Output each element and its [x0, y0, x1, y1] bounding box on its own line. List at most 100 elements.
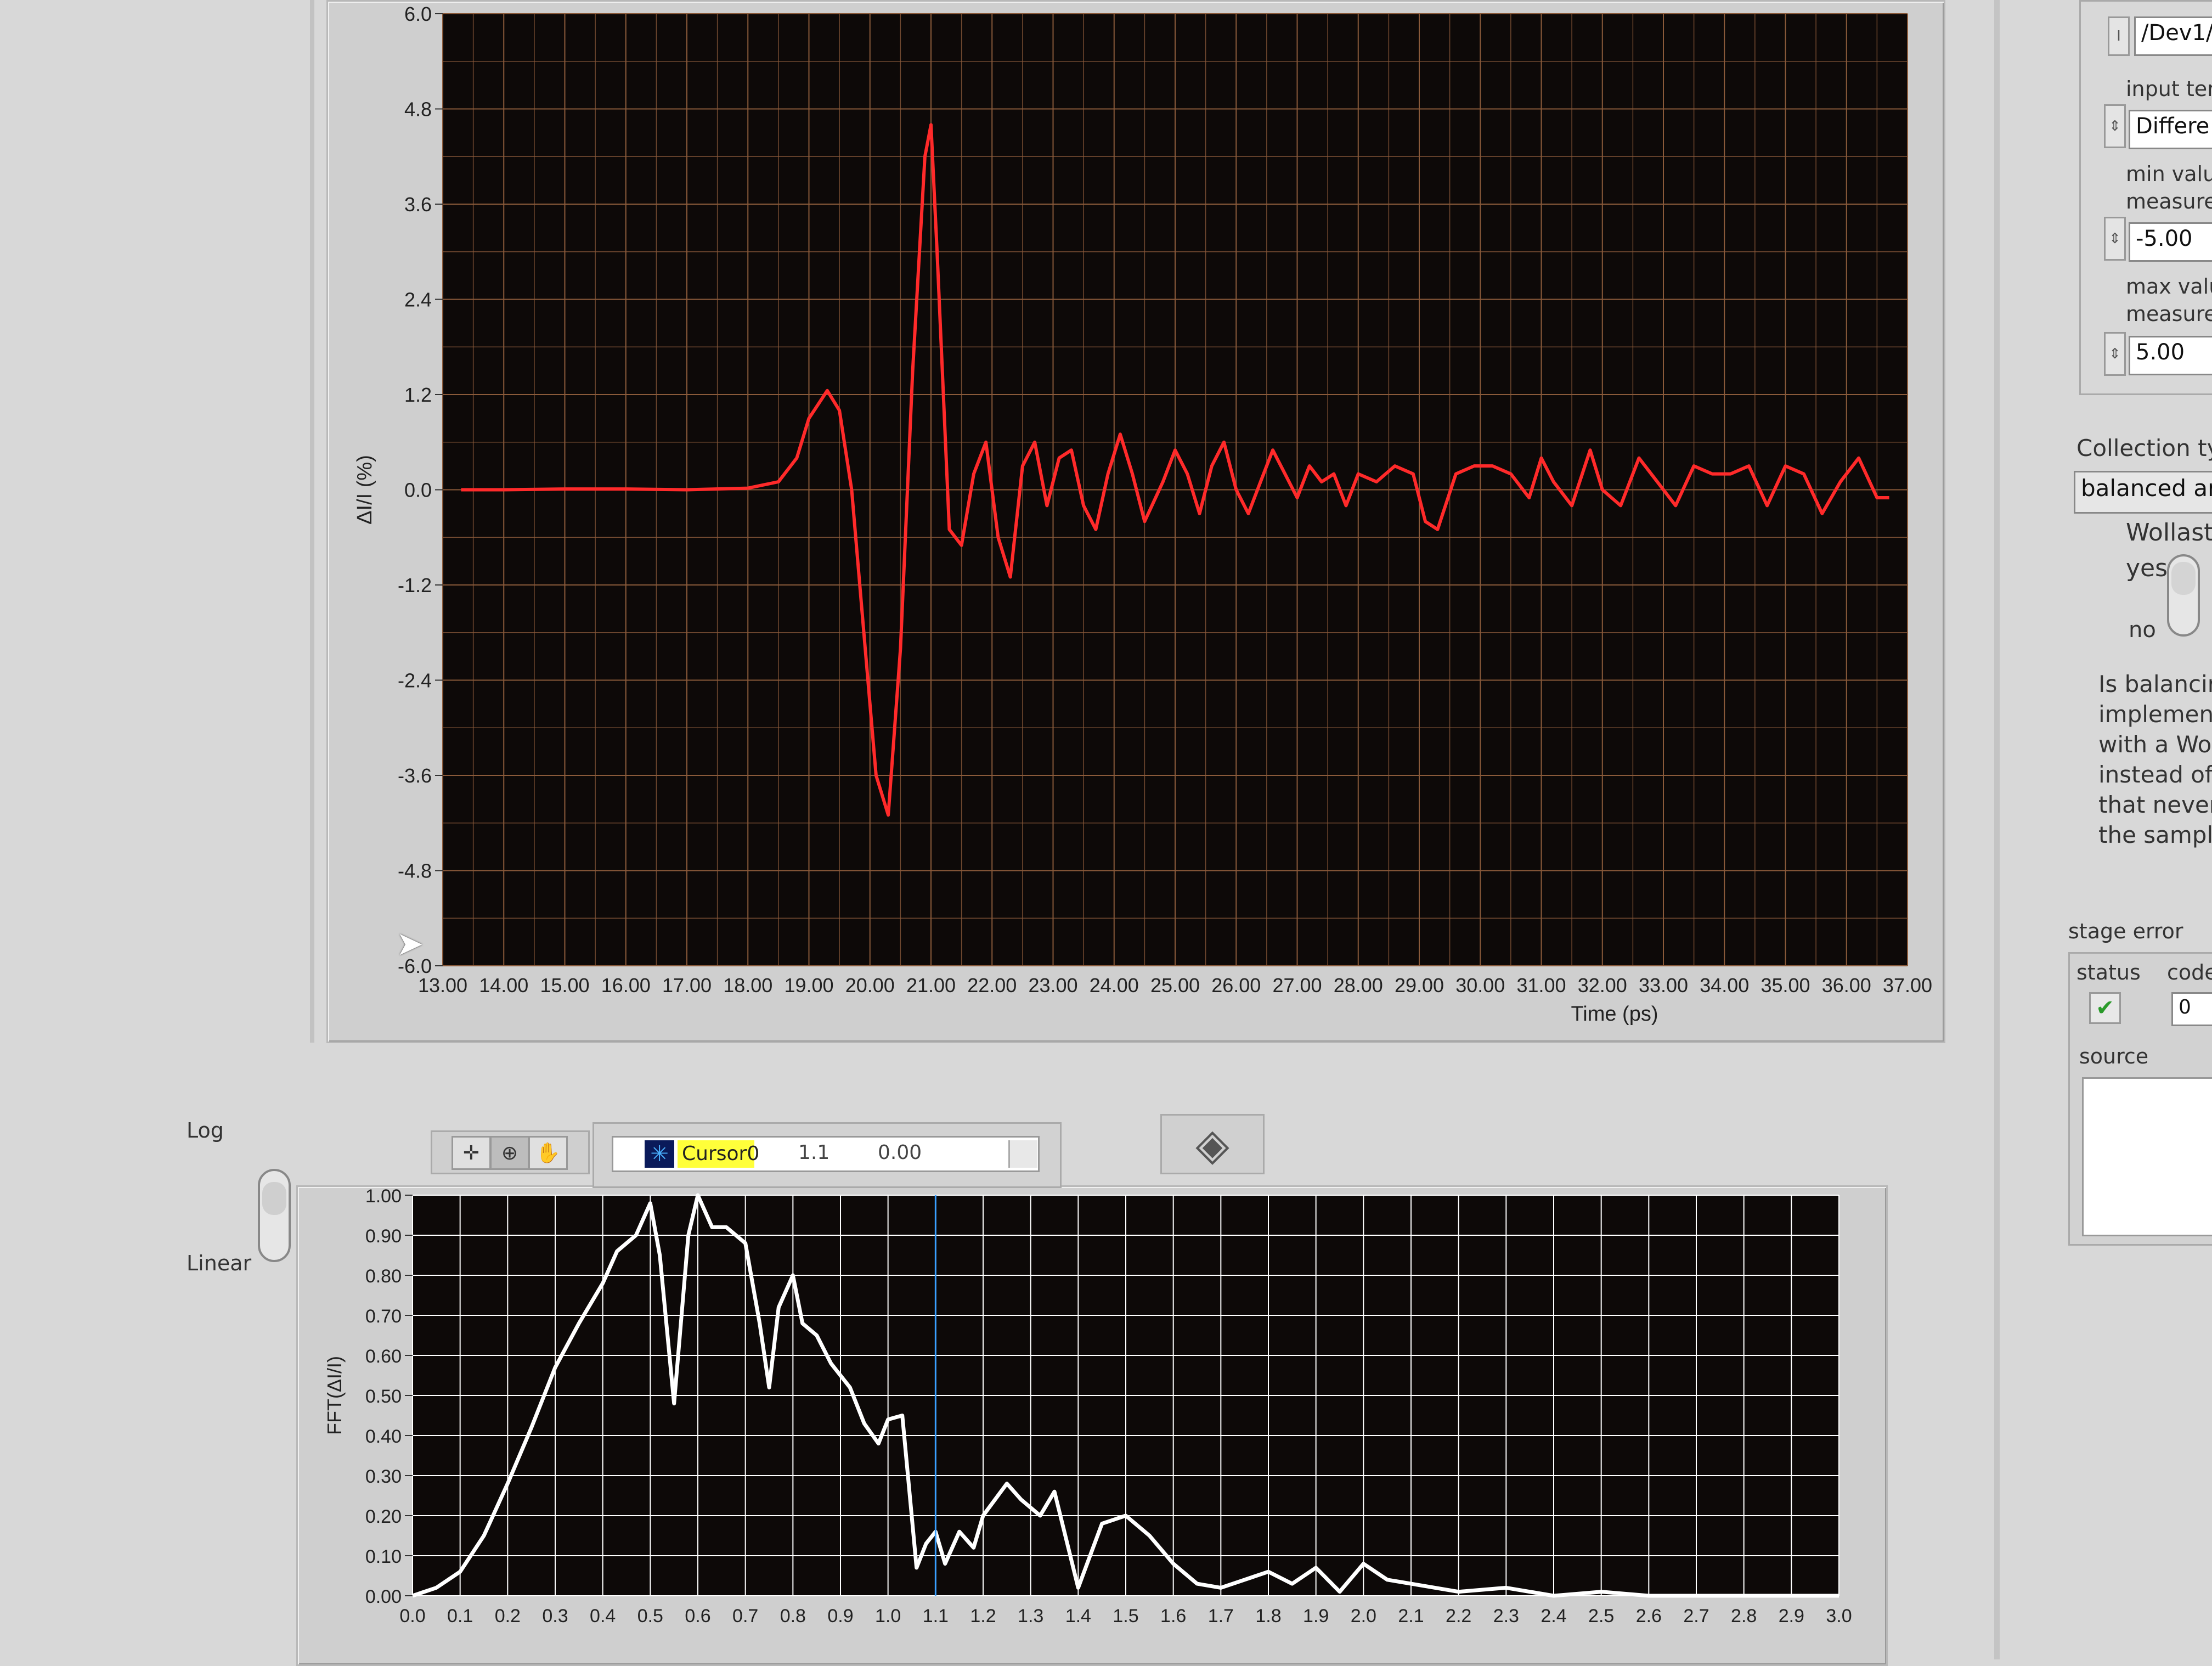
note-line-2: implement	[2098, 701, 2212, 728]
x-tick-label: 2.4	[1541, 1606, 1566, 1626]
y-tick-label: 6.0	[404, 3, 432, 25]
x-tick-label: 20.00	[845, 974, 895, 997]
pan-tool-button[interactable]: ✋	[528, 1136, 568, 1170]
min-value-label-1: min valu	[2126, 162, 2212, 186]
x-tick-label: 28.00	[1334, 974, 1383, 997]
x-tick-label: 21.00	[906, 974, 956, 997]
x-tick-label: 1.4	[1065, 1606, 1091, 1626]
min-value-field[interactable]: -5.00	[2129, 222, 2212, 262]
right-divider	[1994, 0, 2000, 1659]
code-field[interactable]: 0	[2171, 992, 2212, 1026]
x-tick-label: 15.00	[540, 974, 589, 997]
x-tick-label: 0.0	[399, 1606, 425, 1626]
max-value-label-1: max valu	[2126, 274, 2212, 299]
y-tick-label: 0.40	[365, 1426, 402, 1447]
wollaston-no-label: no	[2129, 617, 2156, 643]
log-linear-toggle[interactable]	[258, 1169, 291, 1262]
max-value-label-2: measure	[2126, 302, 2212, 326]
y-tick-label: -2.4	[398, 669, 432, 692]
device-field[interactable]: /Dev1/	[2134, 16, 2212, 56]
x-tick-label: 1.8	[1255, 1606, 1281, 1626]
wollaston-label: Wollast	[2126, 519, 2212, 547]
y-tick-label: 1.2	[404, 384, 432, 406]
time-graph[interactable]: 13.0014.0015.0016.0017.0018.0019.0020.00…	[326, 0, 1942, 1040]
x-tick-label: 36.00	[1822, 974, 1871, 997]
x-tick-label: 33.00	[1639, 974, 1688, 997]
x-tick-label: 24.00	[1090, 974, 1139, 997]
collection-type-label: Collection ty	[2076, 435, 2212, 461]
x-axis-label: Time (ps)	[1571, 1003, 1658, 1026]
x-tick-label: 2.5	[1588, 1606, 1614, 1626]
x-tick-label: 14.00	[479, 974, 528, 997]
source-field[interactable]	[2082, 1077, 2212, 1236]
left-divider	[310, 0, 314, 1043]
cursor-move-tool-button[interactable]: ✛	[452, 1136, 491, 1170]
checkmark-icon: ✔	[2096, 995, 2114, 1021]
input-term-field[interactable]: Differe	[2129, 110, 2212, 149]
note-line-4: instead of	[2098, 761, 2212, 788]
y-tick-label: 0.80	[365, 1266, 402, 1287]
cursor-style-icon[interactable]: ✳	[645, 1140, 674, 1168]
y-tick-label: 0.90	[365, 1226, 402, 1247]
crosshair-icon: ✛	[463, 1142, 479, 1164]
y-tick-label: -1.2	[398, 574, 432, 596]
y-tick-label: 0.10	[365, 1546, 402, 1567]
y-axis-label: FFT(ΔI/I)	[323, 1356, 346, 1435]
x-tick-label: 2.8	[1731, 1606, 1757, 1626]
stage-error-label: stage error	[2068, 919, 2183, 943]
note-line-5: that never	[2098, 791, 2212, 818]
x-tick-label: 1.1	[923, 1606, 949, 1626]
source-label: source	[2079, 1044, 2148, 1068]
linear-label: Linear	[187, 1251, 251, 1275]
min-value-label-2: measure	[2126, 189, 2212, 213]
cursor-movement-control[interactable]: ◈	[1160, 1114, 1265, 1174]
x-tick-label: 0.6	[685, 1606, 710, 1626]
x-tick-label: 0.4	[590, 1606, 616, 1626]
x-tick-label: 16.00	[601, 974, 651, 997]
device-browse-icon[interactable]: I	[2108, 16, 2130, 56]
x-tick-label: 1.9	[1303, 1606, 1329, 1626]
x-tick-label: 0.3	[542, 1606, 568, 1626]
min-value-spin[interactable]: ⇕	[2104, 217, 2126, 261]
x-tick-label: 26.00	[1211, 974, 1261, 997]
toggle-knob	[262, 1182, 286, 1215]
x-tick-label: 2.3	[1493, 1606, 1519, 1626]
x-tick-label: 17.00	[662, 974, 712, 997]
code-label: code	[2167, 960, 2212, 984]
x-tick-label: 25.00	[1150, 974, 1200, 997]
input-term-label: input ter	[2126, 77, 2212, 101]
zoom-tool-button[interactable]: ⊕	[490, 1136, 529, 1170]
x-tick-label: 2.1	[1398, 1606, 1424, 1626]
x-tick-label: 0.5	[637, 1606, 663, 1626]
zoom-icon: ⊕	[501, 1142, 518, 1164]
x-tick-label: 19.00	[784, 974, 833, 997]
y-tick-label: 4.8	[404, 98, 432, 121]
x-tick-label: 31.00	[1516, 974, 1566, 997]
cursor-name[interactable]: Cursor0	[678, 1140, 754, 1168]
x-tick-label: 27.00	[1272, 974, 1322, 997]
x-tick-label: 1.2	[970, 1606, 996, 1626]
y-tick-label: 0.0	[404, 479, 432, 502]
x-tick-label: 0.9	[827, 1606, 853, 1626]
max-value-spin[interactable]: ⇕	[2104, 332, 2126, 376]
y-tick-label: 0.70	[365, 1306, 402, 1327]
collection-type-field[interactable]: balanced ar	[2074, 471, 2212, 514]
fft-graph[interactable]: 0.00.10.20.30.40.50.60.70.80.91.01.11.21…	[296, 1185, 1884, 1659]
y-tick-label: 0.50	[365, 1386, 402, 1407]
wollaston-toggle[interactable]	[2167, 554, 2200, 637]
y-tick-label: 0.60	[365, 1346, 402, 1367]
status-label: status	[2076, 960, 2141, 984]
y-tick-label: 1.00	[365, 1186, 402, 1207]
x-tick-label: 35.00	[1760, 974, 1810, 997]
cursor-legend-scrollbar[interactable]	[1008, 1140, 1037, 1168]
y-axis-label: ΔI/I (%)	[353, 455, 376, 525]
x-tick-label: 23.00	[1028, 974, 1077, 997]
cursor-x-value: 1.1	[798, 1141, 830, 1164]
x-tick-label: 1.6	[1160, 1606, 1186, 1626]
wollaston-yes-label: yes	[2126, 554, 2168, 582]
hand-icon: ✋	[536, 1141, 561, 1164]
x-tick-label: 2.6	[1636, 1606, 1662, 1626]
x-tick-label: 13.00	[418, 974, 467, 997]
max-value-field[interactable]: 5.00	[2129, 336, 2212, 375]
input-term-spin[interactable]: ⇕	[2104, 104, 2126, 148]
